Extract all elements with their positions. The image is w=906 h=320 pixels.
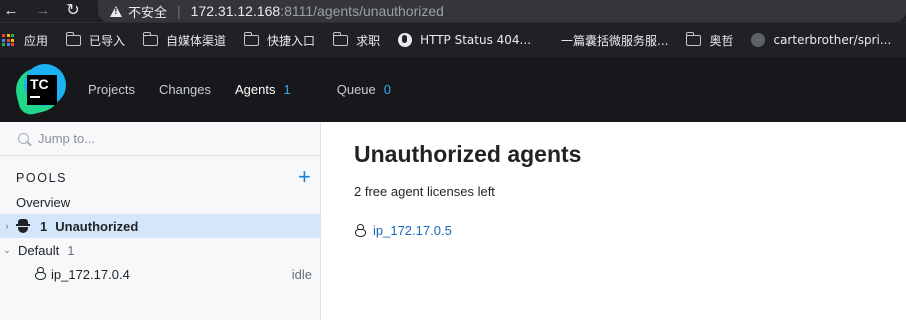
insecure-label: 不安全 xyxy=(128,5,168,21)
bookmark-label: 奥哲 xyxy=(709,33,734,48)
nav-projects[interactable]: Projects xyxy=(88,82,135,97)
default-pool-count: 1 xyxy=(67,242,75,258)
licenses-text: 2 free agent licenses left xyxy=(354,184,495,199)
address-bar[interactable]: 不安全 | 172.31.12.168 :8111/agents/unautho… xyxy=(98,0,906,22)
bookmark-link[interactable]: HTTP Status 404... xyxy=(398,33,531,47)
bookmark-label: HTTP Status 404... xyxy=(420,33,532,47)
nav-agents[interactable]: Agents 1 xyxy=(235,82,291,97)
queue-count: 0 xyxy=(383,82,392,97)
pool-unauthorized[interactable]: › 1 Unauthorized xyxy=(0,214,321,238)
folder-icon xyxy=(685,31,702,46)
app-header: TC Projects Changes Agents 1 Queue 0 xyxy=(0,57,906,122)
linux-icon xyxy=(354,223,367,238)
add-pool-button[interactable]: + xyxy=(298,166,311,188)
agent-row[interactable]: ip_172.17.0.4 idle xyxy=(0,262,321,286)
url-separator: | xyxy=(177,3,181,19)
globe-icon xyxy=(398,33,413,47)
agents-count: 1 xyxy=(283,82,291,97)
jump-to-search xyxy=(0,122,320,156)
reload-icon[interactable]: ↻ xyxy=(62,0,84,22)
back-arrow-icon[interactable]: ← xyxy=(0,0,22,22)
forward-arrow-icon[interactable]: → xyxy=(32,0,54,22)
bookmark-label: 快捷入口 xyxy=(267,33,316,48)
linux-icon xyxy=(34,267,47,281)
pool-default[interactable]: ⌄ Default 1 xyxy=(0,238,321,262)
agent-status: idle xyxy=(291,266,312,282)
spy-icon xyxy=(16,219,30,233)
chevron-right-icon[interactable]: › xyxy=(2,221,12,231)
folder-icon xyxy=(332,31,349,46)
folder-icon xyxy=(65,31,82,46)
bookmark-label: 应用 xyxy=(24,33,49,48)
search-input[interactable] xyxy=(38,131,298,146)
nav-changes[interactable]: Changes xyxy=(159,82,211,97)
main-content: Unauthorized agents 2 free agent license… xyxy=(322,122,906,320)
unauthorized-count: 1 xyxy=(40,218,48,234)
page-title: Unauthorized agents xyxy=(354,141,582,167)
pools-header: POOLS xyxy=(16,171,68,185)
warning-icon xyxy=(110,5,122,17)
main-nav: Projects Changes Agents 1 Queue 0 xyxy=(88,57,415,122)
bookmark-link[interactable]: 一篇囊括微服务服... xyxy=(561,32,668,49)
browser-toolbar: ← → ↻ 不安全 | 172.31.12.168 :8111/agents/u… xyxy=(0,0,906,22)
bookmark-folder[interactable]: 求职 xyxy=(332,31,381,49)
bookmark-folder[interactable]: 已导入 xyxy=(65,31,126,49)
default-pool-label: Default xyxy=(18,242,60,258)
bookmarks-bar: 应用 已导入 自媒体渠道 快捷入口 求职 HTTP Status 404... … xyxy=(0,22,906,57)
agent-name: ip_172.17.0.4 xyxy=(51,266,130,282)
chevron-down-icon[interactable]: ⌄ xyxy=(2,245,12,256)
nav-queue[interactable]: Queue 0 xyxy=(337,82,391,97)
bookmark-label: 一篇囊括微服务服... xyxy=(561,33,669,48)
search-icon xyxy=(18,133,29,144)
bookmark-label: 求职 xyxy=(356,33,381,48)
teamcity-logo[interactable]: TC xyxy=(11,63,67,117)
bookmark-link[interactable]: carterbrother/spri... xyxy=(751,33,891,47)
sidebar: POOLS + Overview › 1 Unauthorized ⌄ Defa… xyxy=(0,122,321,320)
bookmark-label: 自媒体渠道 xyxy=(166,33,227,48)
bookmark-folder[interactable]: 自媒体渠道 xyxy=(142,31,227,49)
bookmark-folder[interactable]: 快捷入口 xyxy=(243,31,316,49)
unauthorized-label: Unauthorized xyxy=(55,218,139,234)
github-icon xyxy=(751,33,766,47)
bookmark-label: carterbrother/spri... xyxy=(773,33,892,47)
apps-icon xyxy=(2,34,14,46)
bookmark-label: 已导入 xyxy=(89,33,126,48)
url-path: :8111/agents/unauthorized xyxy=(280,3,444,19)
folder-icon xyxy=(243,31,260,46)
folder-icon xyxy=(142,31,159,46)
bookmark-apps[interactable]: 应用 xyxy=(0,32,48,49)
bookmark-folder[interactable]: 奥哲 xyxy=(685,31,734,49)
agent-link[interactable]: ip_172.17.0.5 xyxy=(373,223,452,238)
url-host: 172.31.12.168 xyxy=(190,3,281,19)
unauthorized-agent-item: ip_172.17.0.5 xyxy=(354,223,452,238)
overview-link[interactable]: Overview xyxy=(16,195,70,210)
